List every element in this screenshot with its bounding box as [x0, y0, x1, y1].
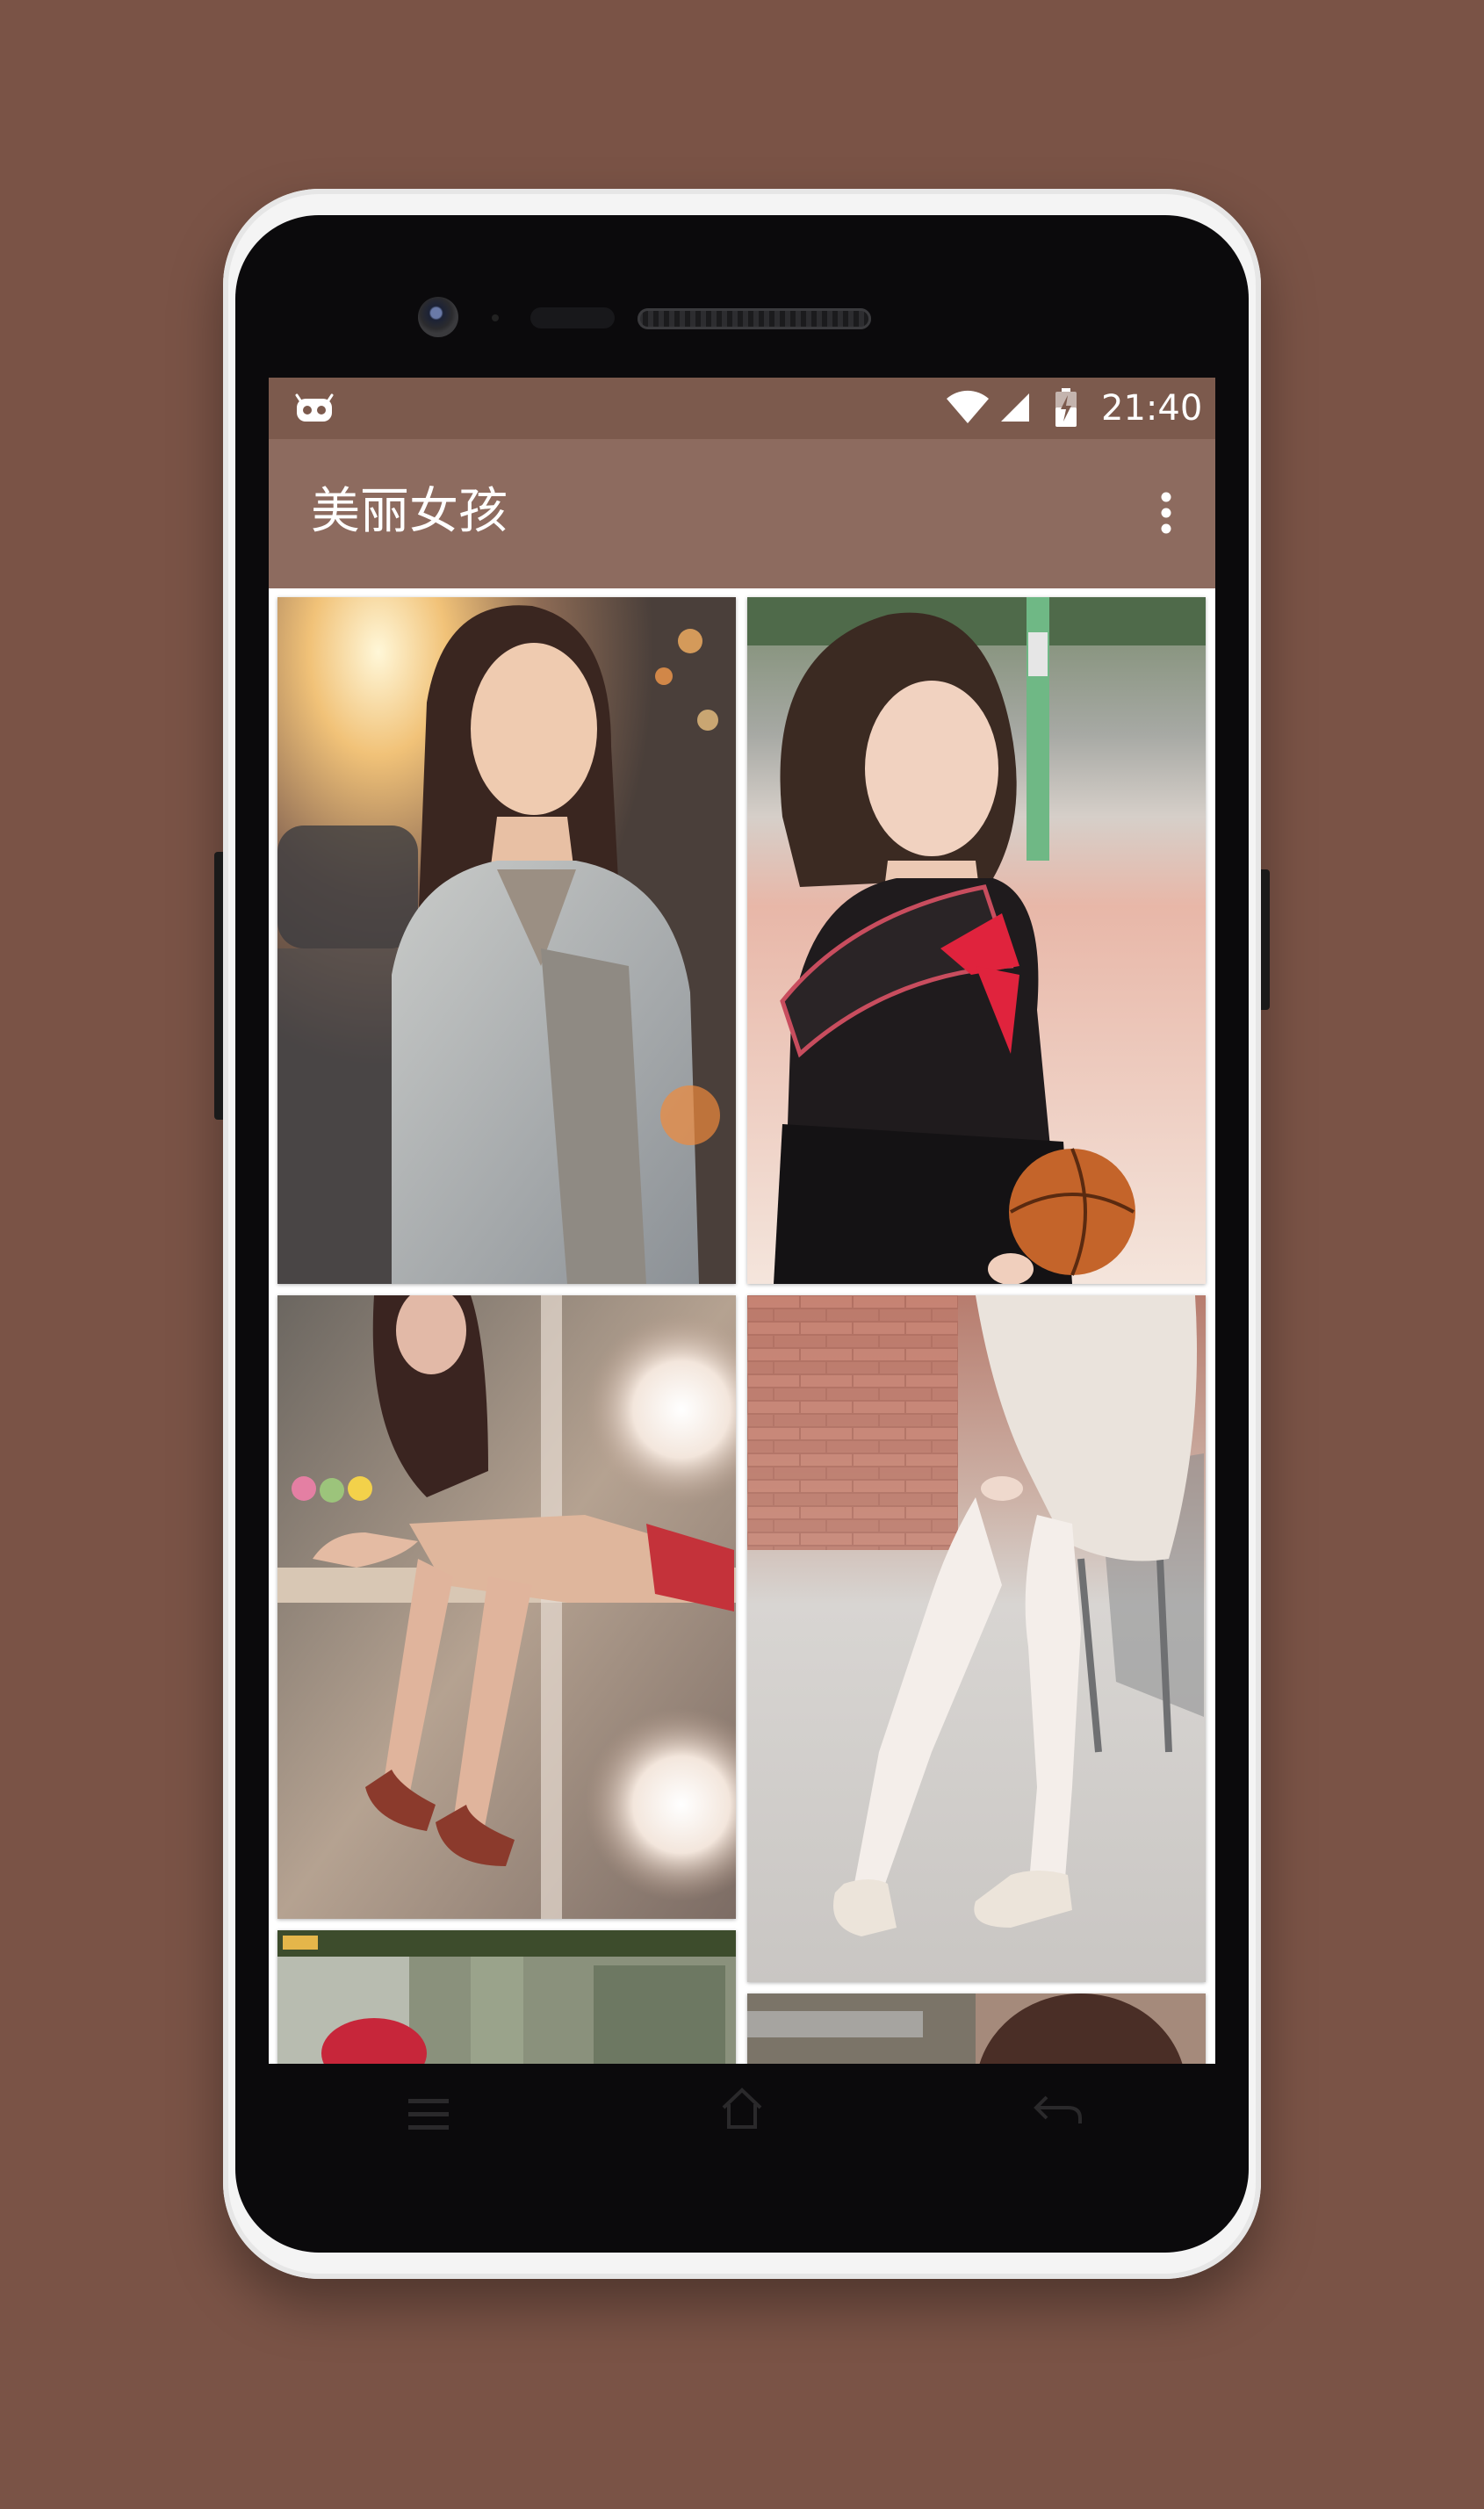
- back-icon[interactable]: [1033, 2092, 1082, 2127]
- more-vert-icon[interactable]: [1149, 487, 1184, 539]
- signal-icon: [1001, 393, 1029, 422]
- photo-grid: [269, 588, 1215, 2064]
- photo-girl-white-stockings: [747, 1295, 1206, 1982]
- front-camera: [418, 297, 458, 337]
- photo-card[interactable]: [277, 1295, 736, 1919]
- photo-girl-red-heels: [277, 1295, 736, 1919]
- volume-button: [214, 852, 223, 1120]
- proximity-sensor: [492, 314, 499, 321]
- earpiece-speaker: [638, 308, 871, 329]
- menu-icon[interactable]: [407, 2095, 450, 2134]
- wifi-icon: [947, 390, 989, 423]
- home-icon[interactable]: [720, 2087, 764, 2130]
- photo-girl-denim-jacket: [277, 597, 736, 1284]
- photo-card[interactable]: [747, 597, 1206, 1284]
- page-title: 美丽女孩: [311, 483, 508, 540]
- photo-card[interactable]: [277, 1930, 736, 2064]
- app-screen: 21:40 美丽女孩: [269, 378, 1215, 2064]
- power-button: [1261, 869, 1270, 1010]
- photo-card[interactable]: [747, 1994, 1206, 2064]
- app-toolbar: 美丽女孩: [269, 439, 1215, 588]
- photo-card[interactable]: [277, 597, 736, 1284]
- light-sensor: [530, 307, 615, 328]
- photo-partial-bottom-right: [747, 1994, 1206, 2064]
- photo-partial-bottom-left: [277, 1930, 736, 2064]
- photo-girl-sailor-uniform: [747, 597, 1206, 1284]
- navigation-bar: [269, 2064, 1215, 2169]
- photo-card[interactable]: [747, 1295, 1206, 1982]
- android-robot-icon: [295, 393, 334, 422]
- status-bar: 21:40: [269, 378, 1215, 439]
- status-time: 21:40: [1101, 388, 1203, 429]
- battery-charging-icon: [1055, 388, 1077, 427]
